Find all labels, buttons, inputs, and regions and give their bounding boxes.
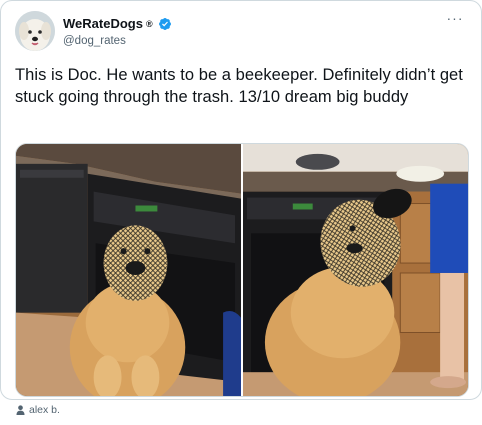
avatar[interactable] [15,11,55,51]
person-icon [16,405,25,415]
photo-right-image [243,144,468,396]
avatar-dog-image [15,11,55,51]
author-handle[interactable]: @dog_rates [63,33,172,49]
tweet-media[interactable] [15,143,469,397]
registered-mark: ® [145,19,153,29]
author-display-name[interactable]: WeRateDogs ® [63,16,172,32]
tweet-text: This is Doc. He wants to be a beekeeper.… [15,66,463,106]
photo-credit: alex b. [16,404,60,416]
verified-badge-icon [158,18,171,30]
photo-left[interactable] [16,144,241,396]
photo-left-image [16,144,241,396]
more-options-icon[interactable]: ··· [445,11,465,27]
display-name-text: WeRateDogs [63,16,143,31]
tweet-header: WeRateDogs ® @dog_rates ··· [15,9,465,53]
photo-credit-name[interactable]: alex b. [29,404,60,416]
author-names: WeRateDogs ® @dog_rates [63,15,172,49]
tweet-card: WeRateDogs ® @dog_rates ··· This is Doc. … [0,0,482,400]
photo-right[interactable] [243,144,468,396]
